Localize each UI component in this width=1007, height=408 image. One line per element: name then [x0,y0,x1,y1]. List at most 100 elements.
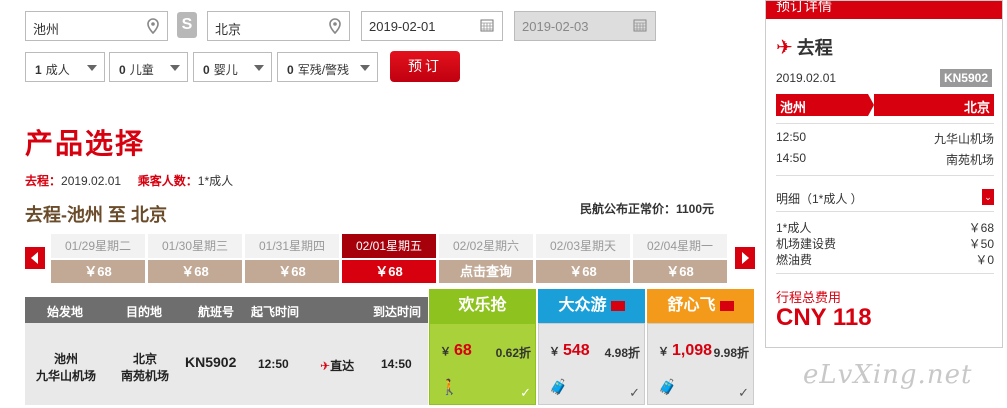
from-city-field[interactable]: 池州 [25,11,168,41]
table-row: 池州 九华山机场 北京 南苑机场 KN5902 12:50 ✈直达 14:50 [25,323,428,405]
date-price: ￥68 [245,260,339,283]
outbound-date: 2019.02.01 [61,174,122,188]
dest-city: 北京 [132,352,157,366]
swap-cities-button[interactable]: S [177,12,197,38]
date-price: ￥68 [633,260,727,283]
flag-icon [719,300,734,311]
checkmark-icon: ✓ [738,385,749,400]
fare-name: 大众游 [558,297,607,314]
book-button[interactable]: 预订 [390,51,460,82]
dep-time: 12:50 [776,130,807,144]
price-line-value: ￥50 [968,237,994,251]
child-select[interactable]: 0 儿童 [109,52,188,82]
pax-label: 乘客人数： [137,174,198,188]
plane-icon: ✈ [776,37,793,59]
arrive-time: 14:50 [381,357,412,371]
fare-option-huanle[interactable]: ￥ 68 0.62折 🚶 ✓ [429,323,536,405]
dest-airport: 南苑机场 [120,369,169,383]
detail-row[interactable]: 明细（1*成人 ） ⌄ [776,189,994,207]
booking-details-panel: 预订详情 ✈ 去程 2019.02.01 KN5902 池州 北京 12:50 九… [765,0,1003,348]
price-line-label: 机场建设费 [776,237,837,251]
divider [776,211,994,212]
date-price: ￥68 [148,260,242,283]
col-depart: 起飞时间 [251,305,300,319]
date-cell[interactable]: 02/04星期一 ￥68 [633,234,727,283]
disabled-military-select[interactable]: 0 军残/警残 [277,52,378,82]
return-date-field[interactable]: 2019-02-03 [514,11,656,41]
date-label: 02/01星期五 [342,234,436,258]
fare-option-dazhong[interactable]: ￥ 548 4.98折 🧳 ✓ [538,323,645,405]
panel-header: 预订详情 [766,1,1002,19]
fare-header-huanle: 欢乐抢 [429,289,536,323]
date-label: 01/29星期二 [51,234,145,258]
infant-label: 婴儿 [213,63,238,77]
date-cell[interactable]: 01/30星期三 ￥68 [148,234,242,283]
origin-city: 池州 [53,352,78,366]
date-cell[interactable]: 01/31星期四 ￥68 [245,234,339,283]
luggage-seat-icon: 🧳 [658,379,677,396]
arrival-line: 14:50 南苑机场 [776,151,994,167]
prev-dates-button[interactable] [25,247,45,269]
adult-select[interactable]: 1 成人 [25,52,105,82]
yen-sign: ￥ [658,346,669,358]
divider [776,123,994,124]
date-cell[interactable]: 01/29星期二 ￥68 [51,234,145,283]
go-label: 去程 [796,38,833,58]
divider [776,273,994,274]
child-label: 儿童 [129,63,154,77]
date-cell[interactable]: 02/03星期天 ￥68 [536,234,630,283]
flag-icon [610,300,625,311]
luggage-seat-icon: 🧳 [549,379,568,396]
from-city-value: 池州 [33,22,60,37]
pax-value: 1*成人 [197,174,234,188]
arr-time: 14:50 [776,151,807,165]
disabled-count: 0 [287,63,294,77]
direct-indicator: ✈直达 [320,357,354,374]
departure-line: 12:50 九华山机场 [776,130,994,146]
date-label: 01/31星期四 [245,234,339,258]
outbound-heading: ✈ 去程 [776,34,833,60]
return-date-value: 2019-02-03 [522,19,589,34]
chevron-down-icon [360,65,370,71]
arr-airport: 南苑机场 [945,153,994,167]
date-query-link[interactable]: 点击查询 [439,260,533,283]
price-line-value: ￥0 [975,253,994,267]
infant-select[interactable]: 0 婴儿 [193,52,272,82]
chevron-down-icon [170,65,180,71]
date-cell[interactable]: 02/02星期六 点击查询 [439,234,533,283]
price-line-value: ￥68 [968,221,994,235]
depart-date-field[interactable]: 2019-02-01 [361,11,503,41]
date-label: 02/03星期天 [536,234,630,258]
chevron-down-icon [87,65,97,71]
yen-sign: ￥ [549,346,560,358]
price-line: 机场建设费 ￥50 [776,235,994,252]
route-title: 去程-池州 至 北京 [25,205,167,225]
col-origin: 始发地 [47,305,84,319]
detail-label: 明细（1*成人 ） [776,192,863,206]
date-cell-selected[interactable]: 02/01星期五 ￥68 [342,234,436,283]
flight-table-header: 始发地 目的地 航班号 起飞时间 到达时间 [25,297,428,323]
expand-toggle-icon[interactable]: ⌄ [982,189,994,205]
fare-discount: 4.98折 [604,346,640,360]
watermark: eLvXing.net [803,360,973,390]
fare-price-value: 548 [563,342,590,359]
panel-date: 2019.02.01 [776,71,837,85]
panel-route-bar: 池州 北京 [776,94,994,116]
traveler-luggage-icon: 🚶 [440,379,459,396]
col-destination: 目的地 [126,305,163,319]
destination-cell: 北京 南苑机场 [110,350,180,384]
yen-sign: ￥ [440,346,451,358]
fare-option-shuxin[interactable]: ￥ 1,098 9.98折 🧳 ✓ [647,323,754,405]
fare-price: ￥ 548 [549,342,590,360]
to-city-field[interactable]: 北京 [207,11,350,41]
depart-date-value: 2019-02-01 [369,19,436,34]
dep-airport: 九华山机场 [933,132,994,146]
date-label: 02/02星期六 [439,234,533,258]
adult-count: 1 [35,63,42,77]
next-dates-button[interactable] [735,247,755,269]
outbound-label: 去程： [25,174,62,188]
direct-label: 直达 [330,359,355,373]
location-pin-icon [147,18,159,37]
depart-time: 12:50 [258,357,289,371]
arrow-right-icon-tip [874,94,884,116]
